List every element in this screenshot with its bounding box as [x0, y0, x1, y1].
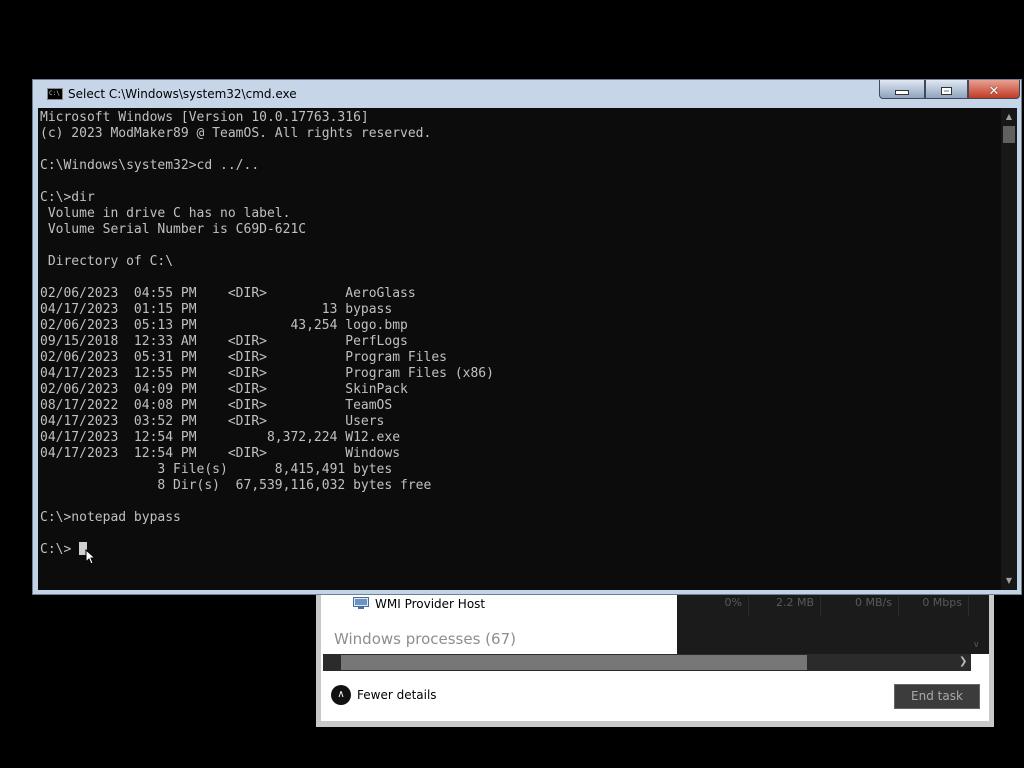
scroll-up-icon[interactable]: ▲ — [1001, 110, 1017, 124]
console-line: 04/17/2023 12:54 PM <DIR> Windows — [40, 446, 401, 461]
horizontal-scrollbar[interactable]: ❯ — [323, 654, 971, 671]
minimize-icon — [895, 90, 909, 95]
task-manager-footer: ∧ Fewer details End task — [321, 674, 989, 721]
maximize-button[interactable] — [925, 80, 968, 99]
console-prompt[interactable]: C:\> — [40, 542, 996, 558]
console-line: 02/06/2023 05:13 PM 43,254 logo.bmp — [40, 318, 408, 333]
console-line: 04/17/2023 12:54 PM 8,372,224 W12.exe — [40, 430, 401, 445]
close-icon: ✕ — [988, 84, 1000, 99]
window-title: Select C:\Windows\system32\cmd.exe — [68, 87, 297, 101]
console-line: 04/17/2023 12:55 PM <DIR> Program Files … — [40, 366, 494, 381]
console-line: 02/06/2023 04:09 PM <DIR> SkinPack — [40, 382, 408, 397]
scroll-right-icon[interactable]: ❯ — [959, 656, 967, 667]
title-bar[interactable]: C:\ Select C:\Windows\system32\cmd.exe ✕ — [33, 80, 1021, 108]
console-line: 3 File(s) 8,415,491 bytes — [40, 462, 393, 477]
console-line: 02/06/2023 04:55 PM <DIR> AeroGlass — [40, 286, 416, 301]
wmi-host-icon — [353, 597, 369, 609]
scrollbar-thumb[interactable] — [341, 655, 807, 670]
prompt-text: C:\> — [40, 542, 80, 557]
console-line: Volume Serial Number is C69D-621C — [40, 222, 307, 237]
task-manager-window: 0% 2.2 MB 0 MB/s 0 Mbps WMI Provider Hos… — [316, 590, 994, 727]
chevron-up-icon[interactable]: ∧ — [331, 685, 351, 705]
end-task-button[interactable]: End task — [894, 684, 980, 709]
console-line: 08/17/2022 04:08 PM <DIR> TeamOS — [40, 398, 393, 413]
process-name: WMI Provider Host — [375, 597, 486, 611]
minimize-button[interactable] — [879, 80, 925, 99]
cmd-app-icon[interactable]: C:\ — [47, 88, 63, 100]
maximize-icon — [941, 87, 952, 95]
vertical-scrollbar[interactable]: ▲ ▼ — [1001, 108, 1017, 590]
console-line: 09/15/2018 12:33 AM <DIR> PerfLogs — [40, 334, 408, 349]
scroll-down-icon[interactable]: ∨ — [973, 640, 980, 650]
console-line: C:\>notepad bypass — [40, 510, 181, 525]
scrollbar-thumb[interactable] — [1003, 126, 1015, 143]
task-manager-content: 0% 2.2 MB 0 MB/s 0 Mbps WMI Provider Hos… — [321, 590, 989, 721]
cmd-window: C:\ Select C:\Windows\system32\cmd.exe ✕… — [32, 79, 1022, 595]
console-line: 02/06/2023 05:31 PM <DIR> Program Files — [40, 350, 447, 365]
console-line: Volume in drive C has no label. — [40, 206, 291, 221]
process-row[interactable]: WMI Provider Host — [321, 592, 989, 616]
console-line: Directory of C:\ — [40, 254, 174, 269]
console-output[interactable]: Microsoft Windows [Version 10.0.17763.31… — [40, 110, 996, 586]
scroll-down-icon[interactable]: ▼ — [1001, 574, 1017, 588]
fewer-details-button[interactable]: Fewer details — [357, 688, 437, 702]
console-area[interactable]: Microsoft Windows [Version 10.0.17763.31… — [38, 108, 1017, 590]
window-controls: ✕ — [879, 80, 1020, 100]
windows-processes-heading[interactable]: Windows processes (67) — [334, 630, 516, 648]
console-line: Microsoft Windows [Version 10.0.17763.31… — [40, 110, 369, 125]
console-line: C:\>dir — [40, 190, 95, 205]
console-line: 8 Dir(s) 67,539,116,032 bytes free — [40, 478, 432, 493]
console-line: (c) 2023 ModMaker89 @ TeamOS. All rights… — [40, 126, 432, 141]
console-line: C:\Windows\system32>cd ../.. — [40, 158, 260, 173]
mouse-pointer-icon — [85, 549, 95, 565]
close-button[interactable]: ✕ — [968, 80, 1020, 99]
console-line: 04/17/2023 03:52 PM <DIR> Users — [40, 414, 385, 429]
console-line: 04/17/2023 01:15 PM 13 bypass — [40, 302, 393, 317]
